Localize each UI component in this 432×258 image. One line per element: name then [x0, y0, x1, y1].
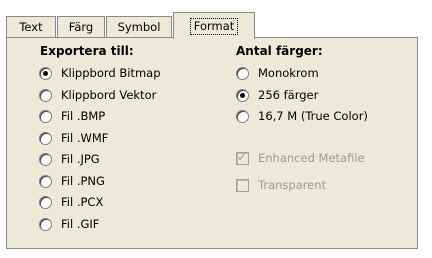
radio-button[interactable] [39, 217, 52, 231]
export-option-png[interactable]: Fil .PNG [39, 173, 105, 189]
radio-button[interactable] [236, 88, 249, 102]
radio-button[interactable] [39, 109, 52, 123]
export-option-label: Klippbord Vektor [61, 88, 157, 102]
radio-button[interactable] [236, 66, 249, 80]
radio-button[interactable] [39, 195, 52, 209]
export-option-label: Klippbord Bitmap [61, 66, 161, 80]
export-group-title: Exportera till: [40, 44, 134, 58]
tab-symbol-label: Symbol [117, 20, 161, 34]
tab-symbol[interactable]: Symbol [106, 16, 172, 37]
export-option-label: Fil .WMF [61, 131, 109, 145]
tab-text[interactable]: Text [6, 16, 56, 37]
color-option-label: 256 färger [258, 88, 319, 102]
tab-format-label: Format [189, 17, 239, 35]
export-option-label: Fil .JPG [61, 152, 100, 166]
radio-button[interactable] [39, 66, 52, 80]
tab-text-label: Text [19, 20, 43, 34]
transparent-checkbox[interactable]: Transparent [236, 177, 326, 193]
checkbox[interactable] [236, 150, 249, 165]
export-option-label: Fil .PNG [61, 174, 105, 188]
export-option-jpg[interactable]: Fil .JPG [39, 151, 100, 167]
export-option-label: Fil .GIF [61, 217, 100, 231]
checkbox[interactable] [236, 178, 249, 192]
export-option-clipboard-vector[interactable]: Klippbord Vektor [39, 87, 156, 103]
color-option-label: Monokrom [258, 66, 319, 80]
tab-farg-label: Färg [68, 20, 94, 34]
color-option-true-color[interactable]: 16,7 M (True Color) [236, 108, 368, 124]
export-option-wmf[interactable]: Fil .WMF [39, 130, 108, 146]
tab-farg[interactable]: Färg [57, 16, 105, 37]
radio-button[interactable] [39, 131, 52, 145]
radio-button[interactable] [39, 174, 52, 188]
export-option-pcx[interactable]: Fil .PCX [39, 194, 103, 210]
export-option-label: Fil .PCX [61, 195, 104, 209]
export-option-bmp[interactable]: Fil .BMP [39, 108, 105, 124]
radio-button[interactable] [39, 152, 52, 166]
export-option-clipboard-bitmap[interactable]: Klippbord Bitmap [39, 65, 161, 81]
radio-button[interactable] [236, 109, 249, 123]
color-option-label: 16,7 M (True Color) [258, 109, 368, 123]
checkbox-label: Enhanced Metafile [258, 151, 365, 165]
colors-group-title: Antal färger: [236, 44, 323, 58]
export-option-gif[interactable]: Fil .GIF [39, 216, 99, 232]
checkbox-label: Transparent [258, 178, 327, 192]
color-option-monochrome[interactable]: Monokrom [236, 65, 319, 81]
format-panel: Exportera till: Klippbord Bitmap Klippbo… [6, 37, 418, 249]
export-option-label: Fil .BMP [61, 109, 106, 123]
format-dialog: Text Färg Symbol Format Exportera till: … [0, 0, 432, 258]
tab-format[interactable]: Format [173, 12, 255, 39]
enhanced-metafile-checkbox[interactable]: Enhanced Metafile [236, 150, 365, 166]
radio-button[interactable] [39, 88, 52, 102]
color-option-256[interactable]: 256 färger [236, 87, 318, 103]
